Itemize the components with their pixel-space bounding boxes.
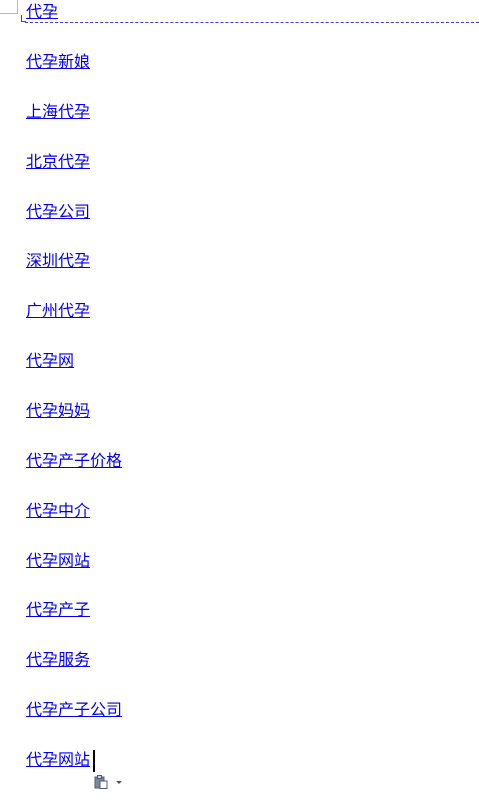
paste-options-button[interactable] bbox=[94, 774, 126, 790]
link-10[interactable]: 代孕中介 bbox=[26, 501, 90, 520]
link-5[interactable]: 深圳代孕 bbox=[26, 251, 90, 270]
link-6[interactable]: 广州代孕 bbox=[26, 301, 90, 320]
list-item: 深圳代孕 bbox=[26, 251, 90, 271]
list-item: 北京代孕 bbox=[26, 152, 90, 172]
link-11[interactable]: 代孕网站 bbox=[26, 551, 90, 570]
list-item: 代孕产子价格 bbox=[26, 451, 122, 471]
link-2[interactable]: 上海代孕 bbox=[26, 102, 90, 121]
link-0[interactable]: 代孕 bbox=[26, 2, 58, 21]
list-item: 上海代孕 bbox=[26, 102, 90, 122]
chevron-down-icon bbox=[116, 780, 122, 784]
text-cursor bbox=[93, 750, 95, 772]
list-item: 代孕 bbox=[26, 2, 58, 22]
link-1[interactable]: 代孕新娘 bbox=[26, 52, 90, 71]
link-7[interactable]: 代孕网 bbox=[26, 351, 74, 370]
clipboard-icon bbox=[94, 775, 108, 789]
link-12[interactable]: 代孕产子 bbox=[26, 600, 90, 619]
list-item: 广州代孕 bbox=[26, 301, 90, 321]
list-item: 代孕公司 bbox=[26, 202, 90, 222]
page-corner-mark bbox=[0, 0, 18, 14]
list-item: 代孕产子 bbox=[26, 600, 90, 620]
link-13[interactable]: 代孕服务 bbox=[26, 650, 90, 669]
link-3[interactable]: 北京代孕 bbox=[26, 152, 90, 171]
list-item: 代孕网 bbox=[26, 351, 74, 371]
link-8[interactable]: 代孕妈妈 bbox=[26, 401, 90, 420]
link-9[interactable]: 代孕产子价格 bbox=[26, 451, 122, 470]
list-item: 代孕妈妈 bbox=[26, 401, 90, 421]
link-4[interactable]: 代孕公司 bbox=[26, 202, 90, 221]
link-15[interactable]: 代孕网站 bbox=[26, 750, 90, 769]
section-divider bbox=[25, 22, 479, 23]
list-item: 代孕中介 bbox=[26, 501, 90, 521]
list-item: 代孕服务 bbox=[26, 650, 90, 670]
list-item: 代孕新娘 bbox=[26, 52, 90, 72]
list-item: 代孕产子公司 bbox=[26, 700, 122, 720]
list-item: 代孕网站 bbox=[26, 551, 90, 571]
link-14[interactable]: 代孕产子公司 bbox=[26, 700, 122, 719]
list-item: 代孕网站 bbox=[26, 750, 90, 770]
